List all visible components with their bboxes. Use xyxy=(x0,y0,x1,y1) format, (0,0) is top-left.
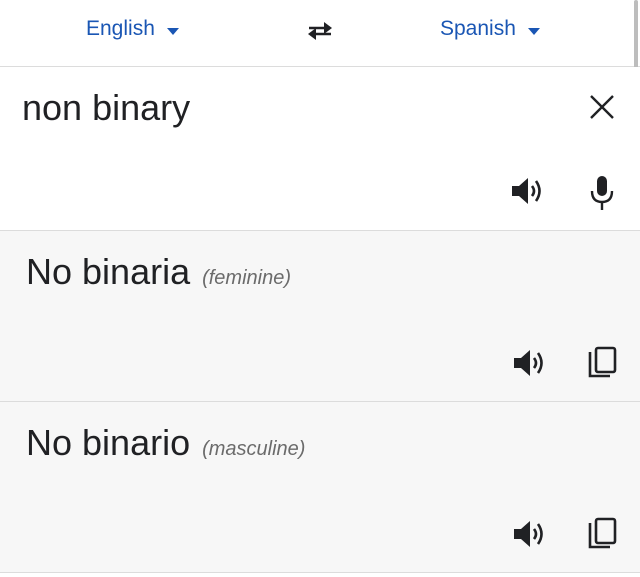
clear-input-button[interactable] xyxy=(586,91,618,123)
target-language-selector[interactable]: Spanish xyxy=(440,16,540,42)
source-language-selector[interactable]: English xyxy=(86,16,179,42)
source-text-input[interactable]: non binary xyxy=(22,87,190,129)
copy-translation-button[interactable] xyxy=(586,346,618,382)
translation-text[interactable]: No binario xyxy=(26,422,190,464)
speaker-icon xyxy=(512,178,541,204)
gender-label: (masculine) xyxy=(202,438,306,460)
listen-translation-button[interactable] xyxy=(512,518,548,550)
listen-source-button[interactable] xyxy=(510,175,546,207)
divider xyxy=(0,572,640,573)
source-language-label: English xyxy=(86,17,155,40)
language-bar: English Spanish xyxy=(0,0,640,67)
listen-translation-button[interactable] xyxy=(512,347,548,379)
microphone-icon xyxy=(590,176,614,210)
speaker-icon xyxy=(514,521,543,547)
translation-result-masculine: No binario (masculine) xyxy=(0,402,640,572)
speaker-icon xyxy=(514,350,543,376)
gender-label: (feminine) xyxy=(202,267,292,289)
swap-arrows-icon xyxy=(308,22,332,40)
voice-input-button[interactable] xyxy=(588,173,616,213)
caret-down-icon xyxy=(527,17,540,41)
close-icon xyxy=(590,95,614,119)
caret-down-icon xyxy=(166,17,179,41)
input-panel: non binary xyxy=(0,67,640,229)
copy-icon xyxy=(588,346,617,378)
translation-text[interactable]: No binaria xyxy=(26,251,190,293)
copy-translation-button[interactable] xyxy=(586,517,618,553)
translation-result-feminine: No binaria (feminine) xyxy=(0,231,640,401)
target-language-label: Spanish xyxy=(440,17,516,40)
copy-icon xyxy=(588,517,617,549)
swap-languages-button[interactable] xyxy=(303,15,337,45)
